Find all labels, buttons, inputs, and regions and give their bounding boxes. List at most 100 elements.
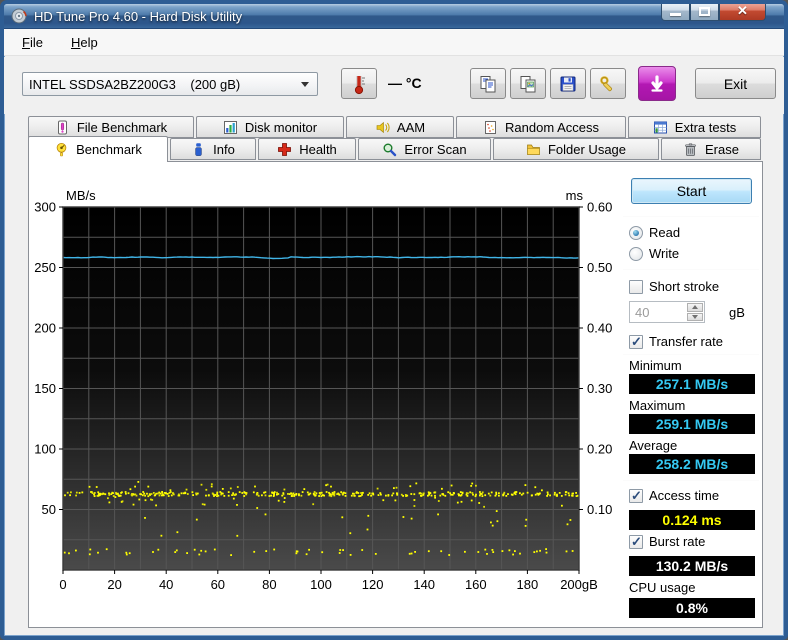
svg-text:0.20: 0.20 xyxy=(587,442,612,457)
tab-file-benchmark[interactable]: File Benchmark xyxy=(28,116,194,138)
short-stroke-unit: gB xyxy=(729,305,745,320)
cpu-usage-label: CPU usage xyxy=(629,580,696,595)
copy-text-icon xyxy=(479,75,497,93)
window-title: HD Tune Pro 4.60 - Hard Disk Utility xyxy=(34,8,243,24)
svg-text:180: 180 xyxy=(517,577,539,592)
tab-aam[interactable]: AAM xyxy=(346,116,454,138)
minimize-button[interactable] xyxy=(661,4,690,21)
tab-erase[interactable]: Erase xyxy=(661,138,761,160)
tab-label: File Benchmark xyxy=(76,119,168,135)
short-stroke-label: Short stroke xyxy=(649,279,720,294)
tab-error-scan[interactable]: Error Scan xyxy=(358,138,491,160)
write-radio-row[interactable]: Write xyxy=(629,246,679,261)
file-benchmark-icon xyxy=(55,120,70,135)
svg-text:ms: ms xyxy=(566,188,584,203)
chevron-down-icon xyxy=(301,81,309,87)
transfer-rate-label: Transfer rate xyxy=(649,334,723,349)
svg-text:0.40: 0.40 xyxy=(587,321,612,336)
start-button[interactable]: Start xyxy=(631,178,752,204)
svg-text:100: 100 xyxy=(310,577,332,592)
download-button[interactable] xyxy=(638,66,676,101)
maximize-button[interactable] xyxy=(690,4,719,21)
tab-label: Disk monitor xyxy=(244,119,318,135)
separator xyxy=(623,269,759,270)
tab-label: Folder Usage xyxy=(547,141,627,157)
write-label: Write xyxy=(649,246,680,261)
tab-random-access[interactable]: Random Access xyxy=(456,116,626,138)
burst-rate-row[interactable]: Burst rate xyxy=(629,534,706,550)
save-button[interactable] xyxy=(550,68,586,99)
extra-tests-icon xyxy=(653,120,668,135)
read-label: Read xyxy=(649,225,681,240)
svg-text:80: 80 xyxy=(262,577,276,592)
close-icon: ✕ xyxy=(737,3,748,18)
tab-disk-monitor[interactable]: Disk monitor xyxy=(196,116,344,138)
tab-health[interactable]: Health xyxy=(258,138,356,160)
cpu-usage-value: 0.8% xyxy=(629,598,755,618)
short-stroke-size-field[interactable]: 40 xyxy=(629,301,705,323)
stepper-down-button[interactable] xyxy=(687,312,703,321)
copy-image-button[interactable] xyxy=(510,68,546,99)
stepper-up-button[interactable] xyxy=(687,303,703,312)
maximize-icon xyxy=(699,6,710,16)
random-access-icon xyxy=(483,120,498,135)
svg-text:250: 250 xyxy=(34,260,56,275)
folder-usage-icon xyxy=(526,142,541,157)
transfer-rate-row[interactable]: Transfer rate xyxy=(629,334,723,350)
minimize-icon xyxy=(670,13,681,16)
menu-file[interactable]: File xyxy=(12,31,53,54)
options-button[interactable] xyxy=(590,68,626,99)
separator xyxy=(623,480,759,481)
menu-help[interactable]: Help xyxy=(61,31,108,54)
svg-text:0.10: 0.10 xyxy=(587,502,612,517)
close-button[interactable]: ✕ xyxy=(719,3,766,21)
svg-text:MB/s: MB/s xyxy=(66,188,96,203)
tab-info[interactable]: Info xyxy=(170,138,256,160)
read-radio[interactable] xyxy=(629,225,643,240)
access-time-row[interactable]: Access time xyxy=(629,488,719,504)
separator xyxy=(623,354,759,355)
access-time-checkbox[interactable] xyxy=(629,488,643,504)
options-icon xyxy=(599,75,617,93)
svg-text:0.30: 0.30 xyxy=(587,381,612,396)
copy-image-icon xyxy=(519,75,537,93)
read-radio-row[interactable]: Read xyxy=(629,225,680,240)
benchmark-icon xyxy=(54,142,69,157)
erase-icon xyxy=(683,142,698,157)
svg-text:140: 140 xyxy=(413,577,435,592)
tab-label: Random Access xyxy=(505,119,599,135)
tab-extra-tests[interactable]: Extra tests xyxy=(628,116,761,138)
svg-text:200gB: 200gB xyxy=(560,577,598,592)
exit-button[interactable]: Exit xyxy=(695,68,776,99)
transfer-rate-checkbox[interactable] xyxy=(629,334,643,350)
benchmark-chart: 300250200150100500.600.500.400.300.200.1… xyxy=(34,188,612,592)
save-icon xyxy=(559,75,577,93)
tab-folder-usage[interactable]: Folder Usage xyxy=(493,138,659,160)
short-stroke-checkbox[interactable] xyxy=(629,279,643,294)
app-icon xyxy=(11,8,27,24)
separator xyxy=(623,216,759,217)
temperature-button[interactable] xyxy=(341,68,377,99)
copy-text-button[interactable] xyxy=(470,68,506,99)
svg-text:120: 120 xyxy=(362,577,384,592)
tab-label: Error Scan xyxy=(404,141,467,157)
write-radio[interactable] xyxy=(629,246,643,261)
burst-rate-checkbox[interactable] xyxy=(629,534,643,550)
drive-select-value: INTEL SSDSA2BZ200G3 (200 gB) xyxy=(29,76,241,92)
access-time-value: 0.124 ms xyxy=(629,510,755,530)
drive-select[interactable]: INTEL SSDSA2BZ200G3 (200 gB) xyxy=(22,72,318,96)
burst-rate-value: 130.2 MB/s xyxy=(629,556,755,576)
disk-monitor-icon xyxy=(223,120,238,135)
svg-text:0.50: 0.50 xyxy=(587,260,612,275)
tab-benchmark[interactable]: Benchmark xyxy=(28,136,168,162)
aam-icon xyxy=(375,120,390,135)
window-controls: ✕ xyxy=(661,3,766,21)
svg-text:40: 40 xyxy=(159,577,173,592)
short-stroke-row[interactable]: Short stroke xyxy=(629,279,719,294)
tab-row-2: Benchmark Info Health Error Scan Folder Usag… xyxy=(28,136,761,162)
tab-label: AAM xyxy=(396,119,426,135)
tab-label: Health xyxy=(299,141,337,157)
menubar: File Help xyxy=(4,29,784,56)
burst-rate-label: Burst rate xyxy=(649,534,706,549)
toolbar: INTEL SSDSA2BZ200G3 (200 gB) — °C Exit xyxy=(4,57,784,114)
